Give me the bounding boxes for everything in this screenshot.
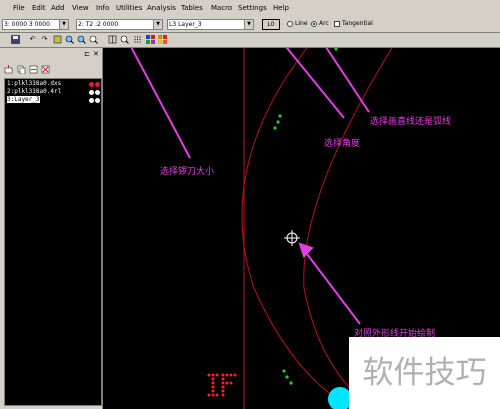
chevron-down-icon[interactable]: ▼ bbox=[153, 20, 162, 29]
menu-macro[interactable]: Macro bbox=[211, 4, 232, 12]
snap-icon[interactable] bbox=[108, 35, 117, 44]
layer-visibility-icon[interactable] bbox=[95, 90, 100, 95]
annotation-angle: 选择角度 bbox=[324, 139, 361, 149]
main-toolbar: ↶ ↷ bbox=[0, 33, 500, 48]
layer-combo-value: L3 Layer_3 bbox=[169, 21, 202, 28]
layer-color-swatch bbox=[89, 98, 94, 103]
chevron-down-icon[interactable]: ▼ bbox=[59, 20, 68, 29]
layer-delete-icon[interactable] bbox=[41, 65, 50, 74]
layer-combo[interactable]: L3 Layer_3 ▼ bbox=[167, 19, 254, 30]
green-dot bbox=[273, 126, 277, 130]
menu-add[interactable]: Add bbox=[51, 4, 65, 12]
green-dot bbox=[289, 381, 293, 385]
line-radio[interactable] bbox=[287, 21, 293, 27]
zoom-window-icon[interactable] bbox=[89, 35, 98, 44]
layer-color-swatch bbox=[89, 82, 94, 87]
pin-icon[interactable]: ⊏ bbox=[84, 50, 90, 58]
crosshair-cursor-icon bbox=[284, 230, 300, 246]
arc-radio[interactable] bbox=[311, 21, 317, 27]
layer-visibility-icon[interactable] bbox=[95, 82, 100, 87]
arc-radio-label: Arc bbox=[319, 20, 329, 27]
tool-options-bar: 3: 0000 3 0000 ▼ 2: T2 :2 0000 ▼ L3 Laye… bbox=[0, 16, 500, 33]
redo-icon[interactable]: ↷ bbox=[40, 35, 49, 44]
tool-combo-value: 2: T2 :2 0000 bbox=[78, 21, 119, 28]
menu-utilities[interactable]: Utilities bbox=[116, 4, 142, 12]
menu-tables[interactable]: Tables bbox=[181, 4, 203, 12]
zoom-in-icon[interactable] bbox=[65, 35, 74, 44]
zoom-tool-icon[interactable] bbox=[120, 35, 129, 44]
menu-help[interactable]: Help bbox=[273, 4, 289, 12]
layer-copy-icon[interactable] bbox=[17, 65, 26, 75]
annotation-line-or-arc: 选择画直线还是弧线 bbox=[370, 117, 452, 127]
grid-icon[interactable] bbox=[133, 35, 142, 44]
undo-icon[interactable]: ↶ bbox=[28, 35, 37, 44]
chevron-down-icon[interactable]: ▼ bbox=[244, 20, 253, 29]
layer-list: 1:plkl338a0.dxs 2:plkl338a0.4rl 3:Layer_… bbox=[4, 78, 102, 406]
layer-visibility-icon[interactable] bbox=[95, 98, 100, 103]
layer-panel: ⊏ ✕ 1:plkl338a0.dxs 2:plkl338a0.4rl 3:La… bbox=[0, 48, 103, 409]
menu-settings[interactable]: Settings bbox=[238, 4, 267, 12]
menu-file[interactable]: File bbox=[13, 4, 25, 12]
layer-move-icon[interactable] bbox=[29, 65, 38, 74]
outer-arc bbox=[241, 48, 355, 409]
palette-icon[interactable] bbox=[158, 35, 167, 44]
menu-edit[interactable]: Edit bbox=[32, 4, 46, 12]
layer-item-selected[interactable]: 3:Layer_3 bbox=[7, 96, 40, 103]
tangential-checkbox[interactable] bbox=[334, 21, 340, 27]
l0-button[interactable]: L0 bbox=[262, 19, 280, 30]
watermark: 软件技巧 bbox=[349, 337, 500, 409]
menu-bar: File Edit Add View Info Utilities Analys… bbox=[0, 0, 500, 16]
layer-add-icon[interactable] bbox=[4, 65, 13, 74]
zoom-out-icon[interactable] bbox=[77, 35, 86, 44]
menu-info[interactable]: Info bbox=[96, 4, 109, 12]
size-combo-value: 3: 0000 3 0000 bbox=[4, 21, 50, 28]
green-dot bbox=[278, 114, 282, 118]
menu-analysis[interactable]: Analysis bbox=[147, 4, 176, 12]
green-dot bbox=[276, 120, 280, 124]
line-radio-label: Line bbox=[295, 20, 308, 27]
layer-color-swatch bbox=[89, 90, 94, 95]
annotation-tool-size: 选择锣刀大小 bbox=[160, 167, 215, 177]
size-combo[interactable]: 3: 0000 3 0000 ▼ bbox=[2, 19, 69, 30]
green-dot bbox=[334, 48, 338, 51]
tool-combo[interactable]: 2: T2 :2 0000 ▼ bbox=[76, 19, 163, 30]
layer-item[interactable]: 1:plkl338a0.dxs bbox=[7, 80, 61, 87]
close-icon[interactable]: ✕ bbox=[93, 50, 99, 58]
color-grid-icon[interactable] bbox=[146, 35, 155, 44]
tangential-label: Tangential bbox=[342, 20, 373, 27]
red-dot-glyph bbox=[207, 373, 237, 397]
layer-item[interactable]: 2:plkl338a0.4rl bbox=[7, 88, 61, 95]
select-icon[interactable] bbox=[53, 35, 62, 44]
annotation-arrows bbox=[130, 48, 370, 325]
green-dot bbox=[282, 369, 286, 373]
green-dot bbox=[285, 375, 289, 379]
menu-view[interactable]: View bbox=[72, 4, 89, 12]
save-icon[interactable] bbox=[11, 35, 20, 44]
